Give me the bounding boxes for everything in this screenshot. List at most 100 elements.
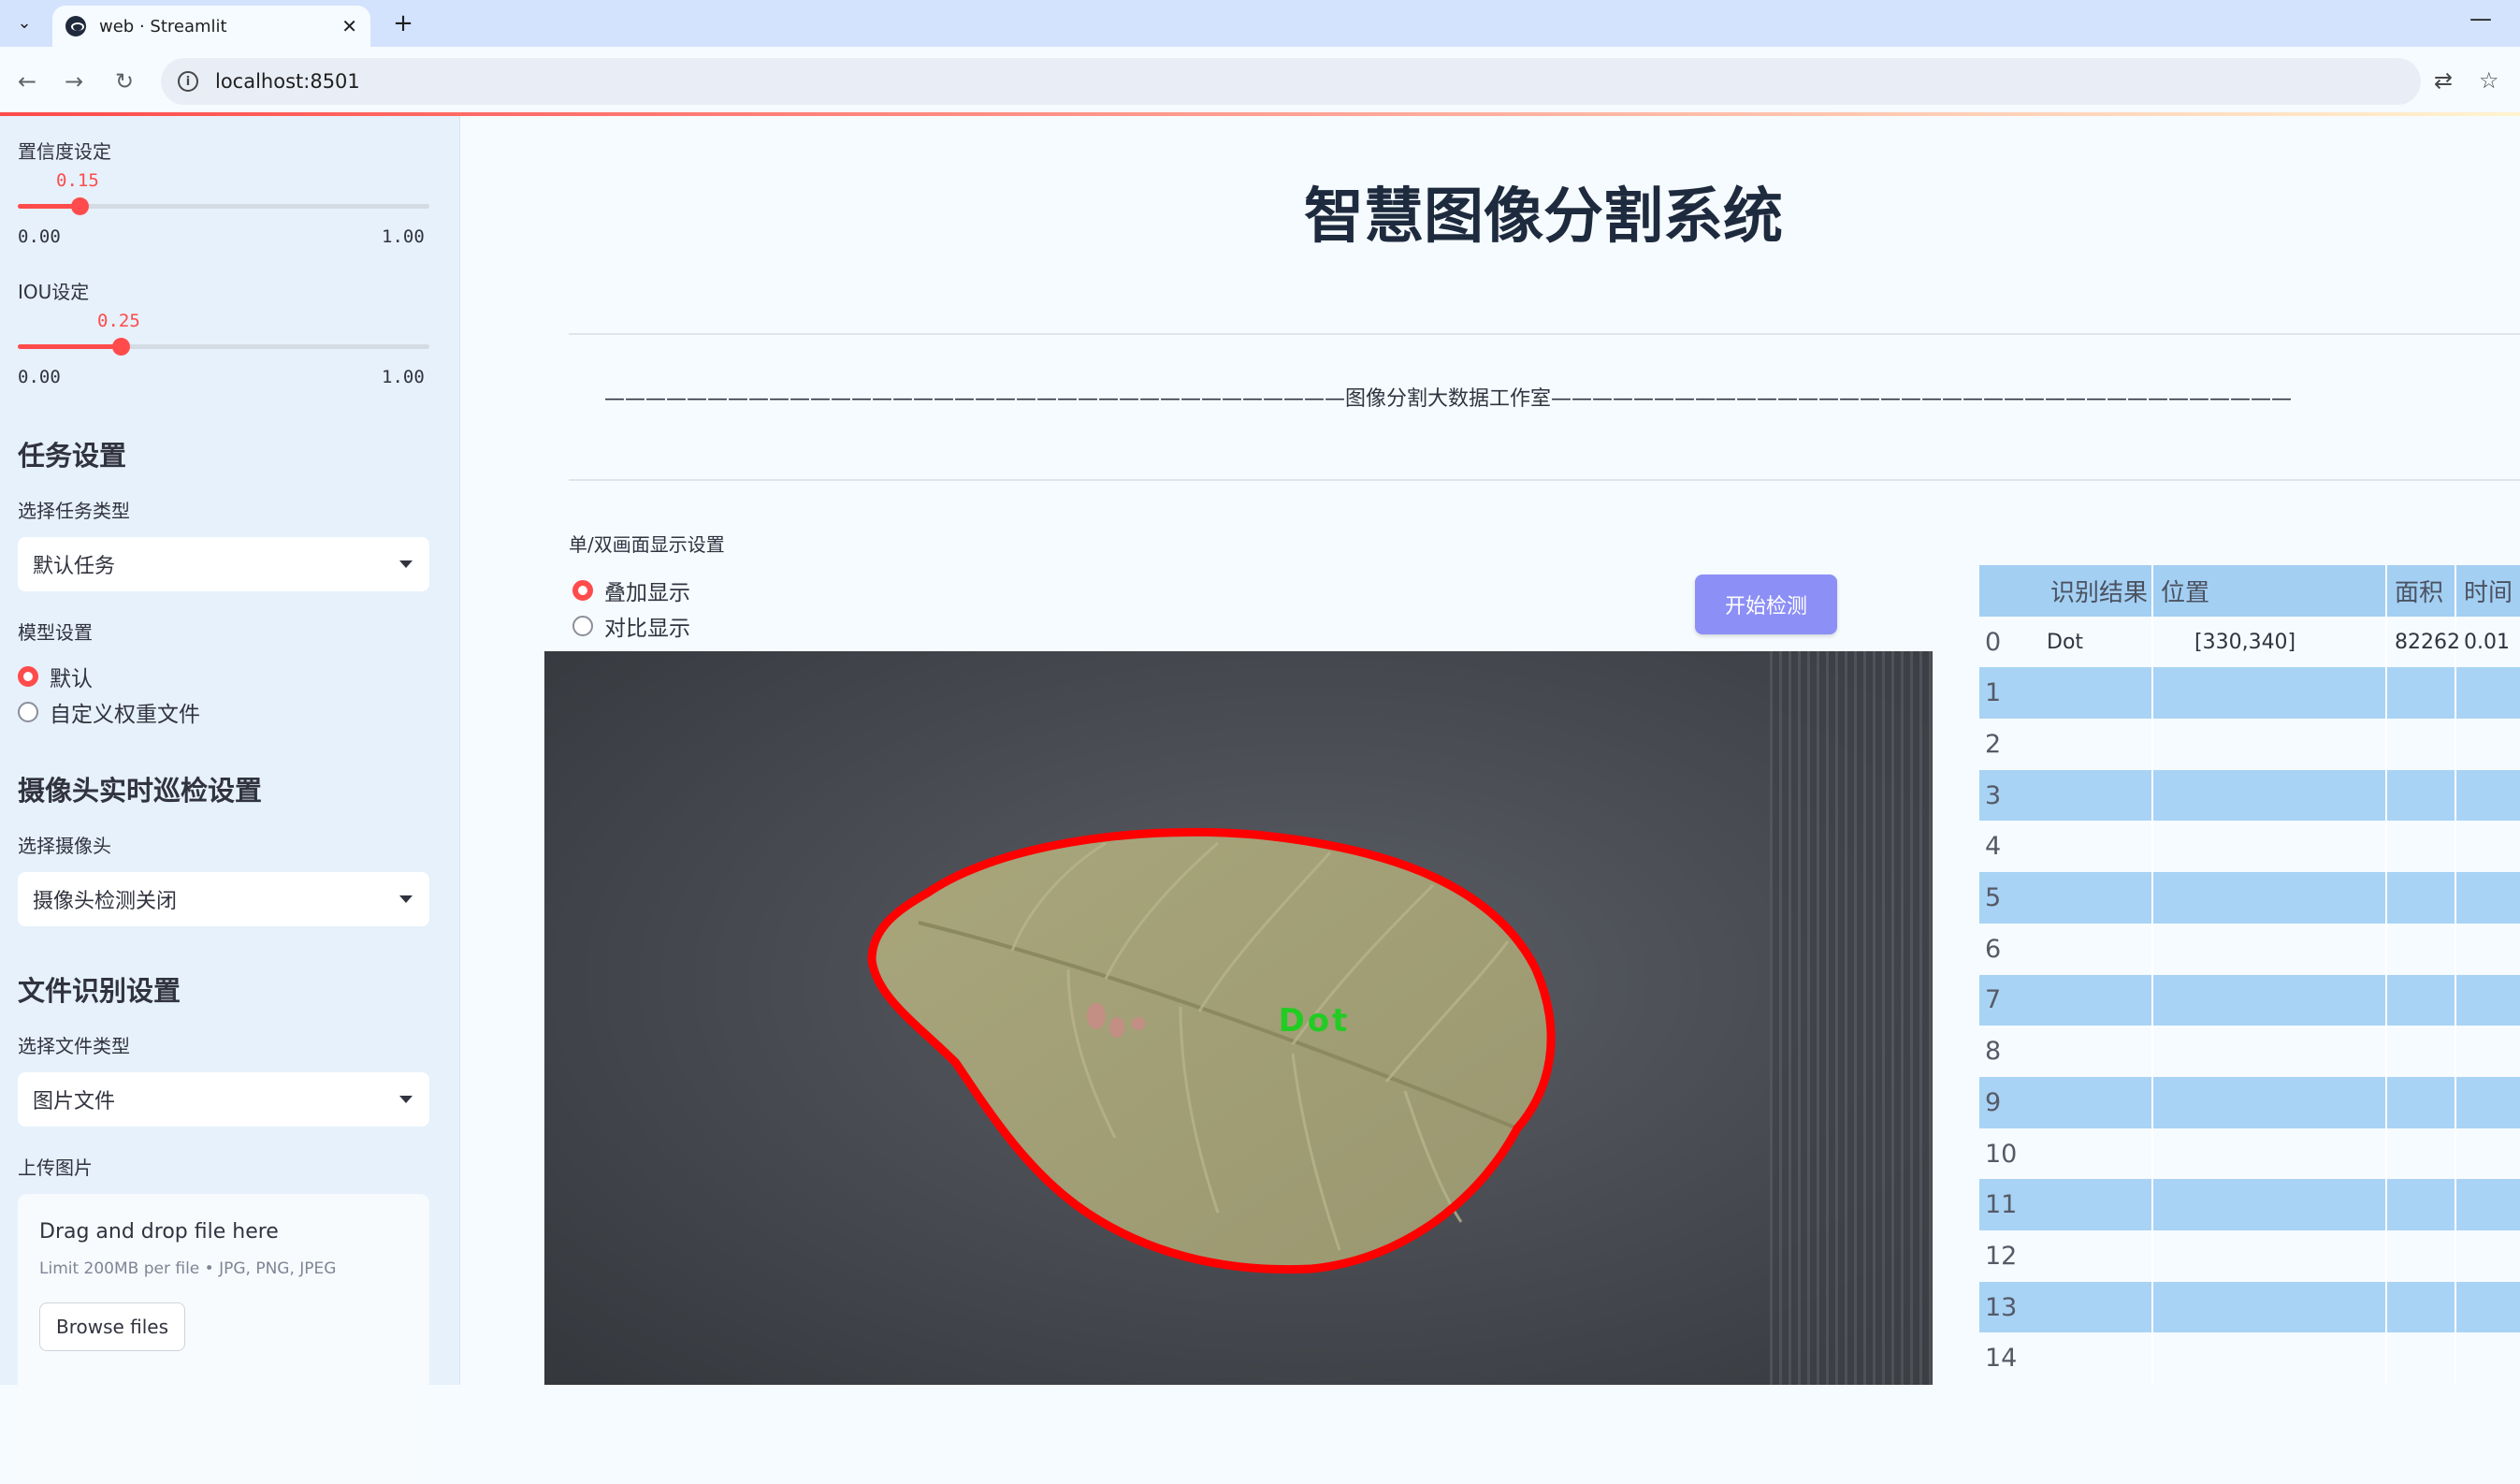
header-position[interactable]: 位置 xyxy=(2153,565,2387,617)
cell-position[interactable] xyxy=(2153,1281,2387,1333)
cell-position[interactable] xyxy=(2153,1128,2387,1180)
browse-files-button[interactable]: Browse files xyxy=(39,1302,185,1351)
cell-result[interactable] xyxy=(2022,872,2153,924)
cell-result[interactable] xyxy=(2022,667,2153,720)
file-uploader-dropzone[interactable]: Drag and drop file here Limit 200MB per … xyxy=(18,1194,429,1484)
results-table[interactable]: 识别结果 位置 面积 时间 0 Dot [330,340] 82262 0.01 1 2 3 4… xyxy=(1979,565,2520,1385)
cell-position[interactable] xyxy=(2153,769,2387,822)
cell-area[interactable] xyxy=(2387,1128,2456,1180)
cell-position[interactable] xyxy=(2153,1332,2387,1385)
cell-area[interactable] xyxy=(2387,1281,2456,1333)
cell-position[interactable] xyxy=(2153,667,2387,720)
cell-area[interactable] xyxy=(2387,974,2456,1026)
header-time[interactable]: 时间 xyxy=(2456,565,2520,617)
bookmark-star-icon[interactable]: ☆ xyxy=(2479,67,2499,94)
row-index[interactable]: 5 xyxy=(1979,872,2022,924)
cell-time[interactable] xyxy=(2456,667,2520,719)
cell-time[interactable]: 0.01 xyxy=(2456,617,2520,668)
cell-result[interactable] xyxy=(2022,1128,2153,1180)
cell-time[interactable] xyxy=(2456,1128,2520,1180)
reload-icon[interactable]: ↻ xyxy=(109,65,140,97)
cell-area[interactable]: 82262 xyxy=(2387,616,2460,668)
cell-area[interactable] xyxy=(2387,1026,2456,1077)
cell-position[interactable] xyxy=(2153,1179,2387,1231)
row-index[interactable]: 0 xyxy=(1979,617,2022,668)
cell-area[interactable] xyxy=(2387,1077,2456,1128)
row-index[interactable]: 9 xyxy=(1979,1077,2022,1128)
cell-result[interactable] xyxy=(2022,1281,2153,1333)
cell-position[interactable] xyxy=(2153,719,2387,770)
cell-position[interactable] xyxy=(2153,821,2387,873)
table-row[interactable]: 2 xyxy=(1979,719,2520,770)
table-row[interactable]: 4 xyxy=(1979,821,2520,873)
cell-area[interactable] xyxy=(2387,719,2456,770)
row-index[interactable]: 8 xyxy=(1979,1026,2022,1077)
table-row[interactable]: 13 xyxy=(1979,1281,2520,1333)
model-radio-custom[interactable]: 自定义权重文件 xyxy=(18,696,200,728)
back-arrow-icon[interactable]: ← xyxy=(11,65,43,97)
cell-time[interactable] xyxy=(2456,719,2520,770)
cell-position[interactable] xyxy=(2153,872,2387,924)
cell-time[interactable] xyxy=(2456,1230,2520,1282)
cell-position[interactable] xyxy=(2153,1230,2387,1282)
cell-result[interactable] xyxy=(2022,1026,2153,1077)
url-omnibox[interactable]: i localhost:8501 xyxy=(161,58,2421,105)
table-row[interactable]: 7 xyxy=(1979,974,2520,1026)
row-index[interactable]: 4 xyxy=(1979,822,2022,873)
forward-arrow-icon[interactable]: → xyxy=(58,65,90,97)
cell-time[interactable] xyxy=(2456,822,2520,873)
row-index[interactable]: 12 xyxy=(1979,1230,2022,1282)
cell-area[interactable] xyxy=(2387,872,2456,924)
table-row[interactable]: 1 xyxy=(1979,667,2520,720)
camera-select[interactable]: 摄像头检测关闭 xyxy=(18,872,429,926)
cell-position[interactable] xyxy=(2153,1077,2387,1128)
cell-area[interactable] xyxy=(2387,1179,2456,1231)
cell-time[interactable] xyxy=(2456,770,2520,822)
confidence-slider[interactable] xyxy=(18,197,429,215)
cell-result[interactable]: Dot xyxy=(2022,616,2153,668)
start-detection-button[interactable]: 开始检测 xyxy=(1695,575,1837,634)
tab-search-chevron-icon[interactable]: ⌄ xyxy=(9,7,39,37)
task-type-select[interactable]: 默认任务 xyxy=(18,537,429,591)
table-row[interactable]: 9 xyxy=(1979,1077,2520,1128)
cell-time[interactable] xyxy=(2456,1179,2520,1230)
row-index[interactable]: 11 xyxy=(1979,1179,2022,1230)
row-index[interactable]: 7 xyxy=(1979,975,2022,1026)
header-result[interactable]: 识别结果 xyxy=(2022,565,2153,617)
cell-time[interactable] xyxy=(2456,872,2520,924)
confidence-slider-thumb[interactable] xyxy=(71,197,89,215)
cell-position[interactable] xyxy=(2153,923,2387,975)
file-type-select[interactable]: 图片文件 xyxy=(18,1072,429,1127)
cell-time[interactable] xyxy=(2456,924,2520,975)
row-index[interactable]: 13 xyxy=(1979,1282,2022,1333)
window-minimize-icon[interactable]: — xyxy=(2469,6,2492,32)
table-row[interactable]: 0 Dot [330,340] 82262 0.01 xyxy=(1979,616,2520,668)
cell-result[interactable] xyxy=(2022,821,2153,873)
table-row[interactable]: 14 xyxy=(1979,1332,2520,1385)
cell-time[interactable] xyxy=(2456,1333,2520,1385)
iou-slider[interactable] xyxy=(18,338,429,356)
table-row[interactable]: 12 xyxy=(1979,1230,2520,1282)
cell-time[interactable] xyxy=(2456,1077,2520,1128)
row-index[interactable]: 2 xyxy=(1979,719,2022,770)
row-index[interactable]: 3 xyxy=(1979,770,2022,822)
cell-area[interactable] xyxy=(2387,667,2456,720)
site-info-icon[interactable]: i xyxy=(178,71,198,92)
cell-result[interactable] xyxy=(2022,1332,2153,1385)
cell-position[interactable]: [330,340] xyxy=(2153,616,2387,668)
iou-slider-thumb[interactable] xyxy=(112,338,130,356)
cell-result[interactable] xyxy=(2022,1230,2153,1282)
cell-time[interactable] xyxy=(2456,1026,2520,1077)
tab-close-icon[interactable]: ✕ xyxy=(341,15,357,37)
translate-icon[interactable]: ⇄ xyxy=(2434,67,2453,94)
table-row[interactable]: 5 xyxy=(1979,872,2520,924)
cell-position[interactable] xyxy=(2153,1026,2387,1077)
cell-area[interactable] xyxy=(2387,1332,2456,1385)
cell-position[interactable] xyxy=(2153,974,2387,1026)
table-row[interactable]: 11 xyxy=(1979,1179,2520,1231)
row-index[interactable]: 14 xyxy=(1979,1333,2022,1385)
table-row[interactable]: 6 xyxy=(1979,923,2520,975)
model-radio-default[interactable]: 默认 xyxy=(18,661,93,692)
cell-result[interactable] xyxy=(2022,719,2153,770)
row-index[interactable]: 1 xyxy=(1979,667,2022,719)
